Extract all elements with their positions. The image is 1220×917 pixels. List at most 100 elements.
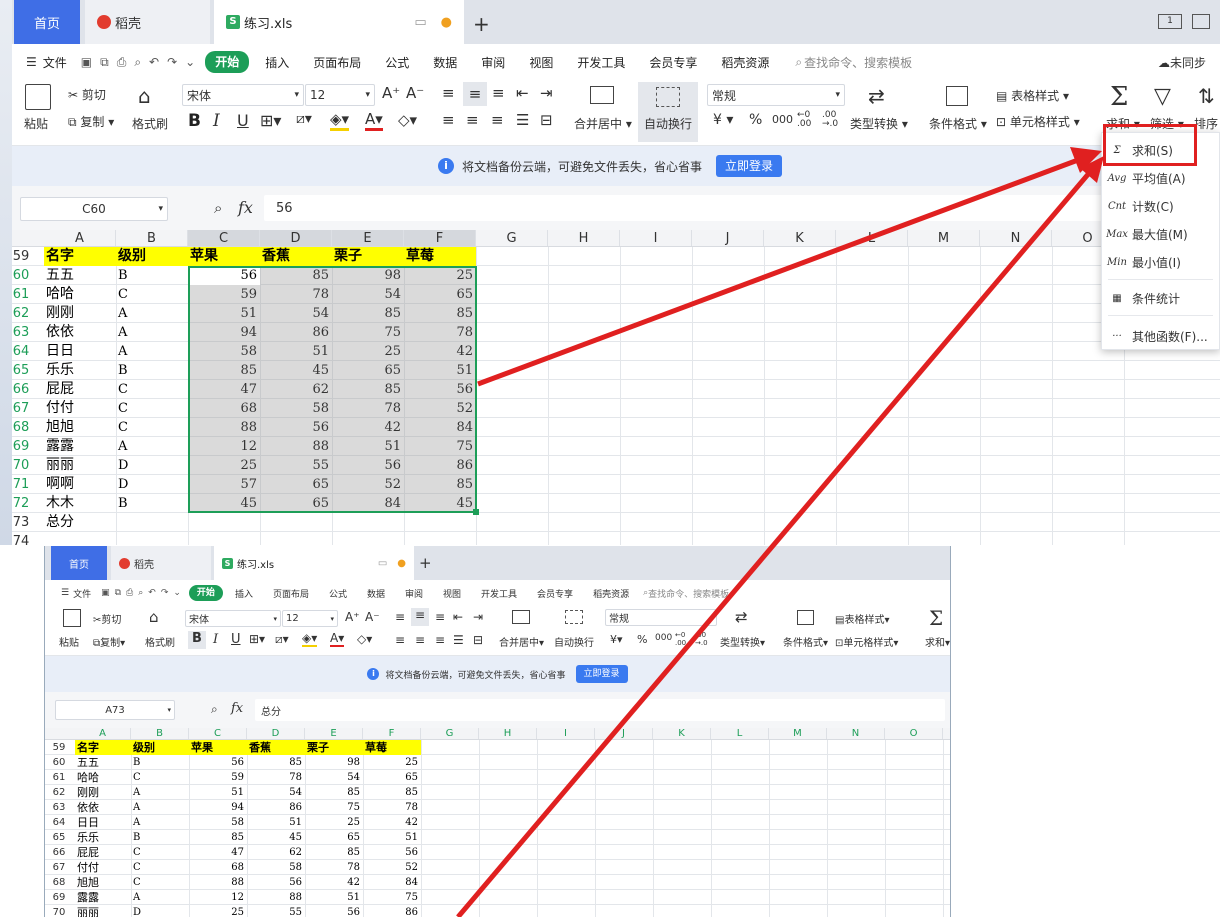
name-cell[interactable]: 露露 [44, 437, 116, 456]
merge-icon-2[interactable] [512, 610, 530, 624]
menu-insert[interactable]: 插入 [265, 54, 289, 71]
column-header-d[interactable]: D [247, 728, 305, 739]
level-cell[interactable]: C [131, 845, 189, 860]
fx-icon-2[interactable]: fx [231, 701, 243, 716]
level-cell[interactable]: B [131, 755, 189, 770]
level-cell[interactable]: C [131, 860, 189, 875]
header-cell[interactable]: 栗子 [332, 247, 404, 266]
value-cell[interactable]: 56 [363, 845, 421, 860]
name-cell[interactable]: 日日 [75, 815, 131, 830]
percent-icon[interactable]: % [749, 112, 762, 128]
column-header-m[interactable]: M [908, 230, 980, 246]
value-cell[interactable]: 42 [363, 815, 421, 830]
header-cell[interactable]: 草莓 [404, 247, 476, 266]
column-header-n[interactable]: N [827, 728, 885, 739]
value-cell[interactable]: 85 [305, 785, 363, 800]
header-cell[interactable]: 栗子 [305, 740, 363, 755]
value-cell[interactable]: 55 [247, 905, 305, 917]
column-header-l[interactable]: L [711, 728, 769, 739]
name-cell[interactable]: 日日 [44, 342, 116, 361]
value-cell[interactable]: 54 [305, 770, 363, 785]
value-cell[interactable]: 68 [189, 860, 247, 875]
type-convert-icon[interactable]: ⇄ [868, 84, 885, 108]
format-painter-button-2[interactable]: 格式刷 [145, 634, 175, 649]
sheet-grid-2[interactable]: A B C D E F G H I J K L M N O 59 名字 级别 苹果 香蕉 栗子 草莓 60 五五 B 56 85 98… [45, 728, 950, 917]
column-header-a[interactable]: A [75, 728, 131, 739]
justify-icon-2[interactable]: ☰ [453, 633, 464, 647]
level-cell[interactable]: C [116, 285, 188, 304]
column-header-k[interactable]: K [653, 728, 711, 739]
column-header-e[interactable]: E [332, 230, 404, 246]
column-header-j[interactable]: J [692, 230, 764, 246]
value-cell[interactable]: 25 [189, 905, 247, 917]
name-cell[interactable]: 屁屁 [44, 380, 116, 399]
menu-formula[interactable]: 公式 [385, 54, 409, 71]
value-cell[interactable]: 86 [363, 905, 421, 917]
font-grow-icon[interactable]: A⁺ [382, 84, 400, 102]
menu-member-2[interactable]: 会员专享 [537, 587, 573, 600]
column-header-m[interactable]: M [769, 728, 827, 739]
font-shrink-icon-2[interactable]: A⁻ [365, 610, 380, 624]
column-header-n[interactable]: N [980, 230, 1052, 246]
level-cell[interactable]: A [116, 323, 188, 342]
conditional-format-button-2[interactable]: 条件格式▾ [783, 634, 828, 649]
value-cell[interactable]: 65 [305, 830, 363, 845]
align-bottom-icon[interactable]: ≡ [492, 84, 505, 102]
indent-increase-icon-2[interactable]: ⇥ [473, 610, 483, 624]
align-top-icon[interactable]: ≡ [442, 84, 455, 102]
value-cell[interactable]: 12 [189, 890, 247, 905]
menu-developer[interactable]: 开发工具 [577, 54, 625, 71]
level-cell[interactable]: A [131, 815, 189, 830]
value-cell[interactable]: 58 [189, 815, 247, 830]
export-icon-2[interactable]: ⧉ [115, 588, 121, 598]
wrap-text-button[interactable]: 自动换行 [638, 82, 698, 142]
name-cell[interactable]: 屁屁 [75, 845, 131, 860]
value-cell[interactable]: 25 [363, 755, 421, 770]
number-format-select-2[interactable]: 常规 [605, 609, 717, 626]
font-family-select[interactable]: 宋体 ▾ [182, 84, 304, 106]
new-tab-plus-icon-2[interactable]: + [419, 554, 432, 572]
column-header-h[interactable]: H [548, 230, 620, 246]
name-cell[interactable]: 哈哈 [44, 285, 116, 304]
filter-icon[interactable]: ▽ [1154, 84, 1171, 109]
search-command-input-2[interactable]: 查找命令、搜索模板 [648, 587, 729, 600]
value-cell[interactable]: 85 [305, 845, 363, 860]
column-header-g[interactable]: G [421, 728, 479, 739]
preview-icon[interactable]: ⌕ [134, 55, 141, 70]
name-cell[interactable]: 旭旭 [75, 875, 131, 890]
align-center-icon[interactable]: ≡ [466, 111, 479, 129]
bold-icon[interactable]: B [188, 111, 201, 131]
tab-daoke-2[interactable]: 稻壳 [111, 546, 211, 580]
level-cell[interactable]: B [116, 266, 188, 285]
conditional-format-icon-2[interactable] [797, 610, 814, 625]
align-middle-icon[interactable]: ≡ [463, 82, 487, 106]
align-left-icon-2[interactable]: ≡ [395, 633, 405, 647]
value-cell[interactable]: 45 [247, 830, 305, 845]
level-cell[interactable]: B [116, 361, 188, 380]
distribute-icon-2[interactable]: ⊟ [473, 633, 483, 647]
menu-data-2[interactable]: 数据 [367, 587, 385, 600]
header-cell[interactable]: 草莓 [363, 740, 421, 755]
column-header-d[interactable]: D [260, 230, 332, 246]
level-cell[interactable]: A [131, 785, 189, 800]
distribute-icon[interactable]: ⊟ [540, 111, 553, 129]
header-cell[interactable]: 级别 [131, 740, 189, 755]
table-style-button-2[interactable]: ▤表格样式▾ [835, 611, 889, 626]
paste-icon[interactable] [25, 84, 51, 110]
type-convert-button[interactable]: 类型转换 ▾ [850, 115, 908, 132]
column-header-h[interactable]: H [479, 728, 537, 739]
decimal-increase-icon-2[interactable]: ←0.00 [675, 631, 686, 647]
value-cell[interactable]: 47 [189, 845, 247, 860]
align-top-icon-2[interactable]: ≡ [395, 610, 405, 624]
menu-developer-2[interactable]: 开发工具 [481, 587, 517, 600]
conditional-format-icon[interactable] [946, 86, 968, 106]
italic-icon-2[interactable]: I [213, 632, 218, 647]
header-cell[interactable]: 香蕉 [247, 740, 305, 755]
export-icon[interactable]: ⧉ [100, 55, 109, 70]
value-cell[interactable]: 86 [247, 800, 305, 815]
name-cell[interactable]: 木木 [44, 494, 116, 513]
name-cell[interactable]: 刚刚 [44, 304, 116, 323]
fill-color-icon[interactable]: ◈▾ [330, 110, 350, 131]
align-right-icon[interactable]: ≡ [491, 111, 504, 129]
level-cell[interactable]: A [116, 437, 188, 456]
